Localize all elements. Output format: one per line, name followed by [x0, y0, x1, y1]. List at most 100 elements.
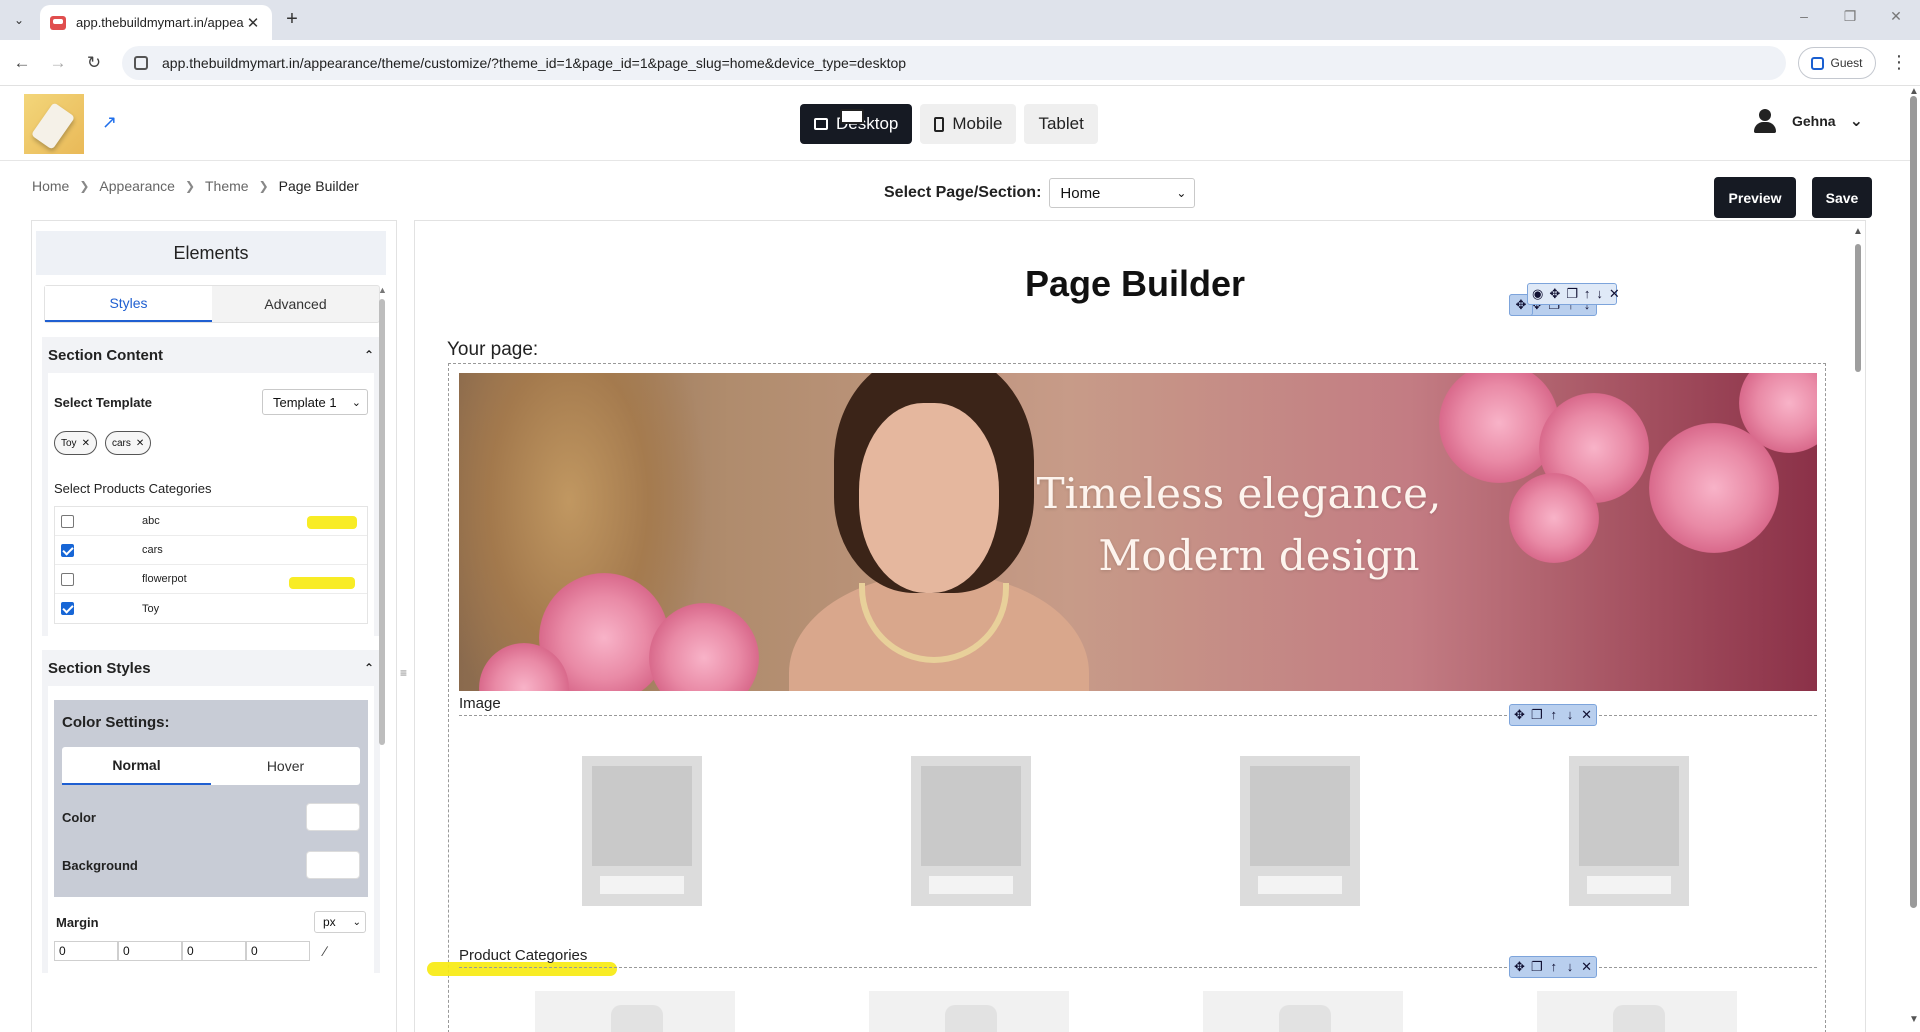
close-icon[interactable]: ✕	[1609, 287, 1620, 300]
category-placeholder[interactable]	[869, 991, 1069, 1032]
product-placeholder[interactable]	[911, 756, 1031, 906]
margin-unit-select[interactable]: px ⌄	[314, 911, 366, 933]
move-icon[interactable]: ✥	[1549, 287, 1560, 300]
tab-styles[interactable]: Styles	[45, 286, 212, 322]
copy-icon[interactable]: ❐	[1566, 287, 1578, 300]
scroll-down-icon[interactable]: ▼	[1909, 1014, 1919, 1025]
category-item[interactable]: abc	[55, 507, 367, 536]
margin-left-input[interactable]: 0	[246, 941, 310, 961]
preview-button[interactable]: Preview	[1714, 177, 1796, 218]
scrollbar-thumb[interactable]	[379, 299, 385, 745]
category-placeholder[interactable]	[535, 991, 735, 1032]
page-select-dropdown[interactable]: Home ⌄	[1049, 178, 1196, 208]
image-placeholder	[592, 766, 692, 866]
chip-remove-icon[interactable]: ✕	[136, 438, 144, 449]
arrow-up-icon[interactable]: ↑	[1584, 287, 1591, 300]
breadcrumb-appearance[interactable]: Appearance	[99, 178, 175, 194]
scrollbar-thumb[interactable]	[1910, 96, 1917, 908]
breadcrumb-home[interactable]: Home	[32, 178, 69, 194]
arrow-up-icon[interactable]: ↑	[1549, 708, 1559, 721]
template-select[interactable]: Template 1 ⌄	[262, 389, 368, 415]
category-checkbox[interactable]	[61, 514, 74, 528]
browser-menu-icon[interactable]: ⋮	[1890, 52, 1908, 73]
reload-icon[interactable]: ↻	[82, 51, 106, 75]
page-scrollbar[interactable]: ▲ ▼	[1906, 86, 1920, 1032]
eye-icon[interactable]: ◉	[1532, 287, 1543, 300]
arrow-up-icon[interactable]: ↑	[1549, 960, 1559, 973]
tab-search-chevron-icon[interactable]: ⌄	[6, 9, 32, 31]
category-checkbox[interactable]	[61, 602, 74, 615]
restore-icon[interactable]: ❐	[1830, 8, 1870, 32]
margin-bottom-input[interactable]: 0	[182, 941, 246, 961]
device-mobile-button[interactable]: Mobile	[920, 104, 1017, 144]
browser-tab-active[interactable]: app.thebuildmymart.in/appeara ✕	[40, 5, 272, 40]
user-name: Gehna	[1792, 113, 1836, 129]
category-checkbox[interactable]	[61, 543, 74, 557]
new-tab-icon[interactable]: +	[280, 8, 304, 32]
move-icon[interactable]: ✥	[1514, 708, 1525, 721]
color-settings-title: Color Settings:	[62, 714, 170, 731]
resize-handle-icon[interactable]: ≡	[400, 666, 407, 680]
section-divider	[459, 715, 1817, 716]
product-placeholder[interactable]	[1569, 756, 1689, 906]
address-bar[interactable]: app.thebuildmymart.in/appearance/theme/c…	[122, 46, 1786, 80]
background-swatch[interactable]	[306, 851, 360, 879]
close-icon[interactable]: ✕	[1581, 960, 1592, 973]
copy-icon[interactable]: ❐	[1531, 708, 1543, 721]
store-logo[interactable]	[24, 94, 84, 154]
tab-advanced[interactable]: Advanced	[212, 286, 379, 322]
margin-top-input[interactable]: 0	[54, 941, 118, 961]
category-item[interactable]: flowerpot	[55, 565, 367, 594]
breadcrumb-theme[interactable]: Theme	[205, 178, 249, 194]
tab-close-icon[interactable]: ✕	[244, 14, 262, 32]
chip-cars: cars ✕	[104, 431, 152, 455]
copy-icon[interactable]: ❐	[1531, 960, 1543, 973]
profile-button[interactable]: Guest	[1798, 47, 1876, 79]
category-item[interactable]: Toy	[55, 594, 367, 623]
close-icon[interactable]: ✕	[1581, 708, 1592, 721]
category-name: cars	[142, 544, 163, 556]
panel-scrollbar[interactable]: ▲	[378, 285, 387, 1032]
scroll-up-icon[interactable]: ▲	[1853, 226, 1863, 237]
hero-line-1: Timeless elegance,	[1036, 469, 1442, 518]
chip-label: cars	[111, 437, 131, 449]
color-swatch[interactable]	[306, 803, 360, 831]
hero-heading: Timeless elegance, Modern design	[959, 463, 1519, 587]
forward-icon[interactable]: →	[46, 51, 70, 75]
section-content-body: Select Template Template 1 ⌄ Toy ✕ cars …	[48, 373, 374, 636]
device-tablet-button[interactable]: Tablet	[840, 104, 1098, 144]
margin-right-input[interactable]: 0	[118, 941, 182, 961]
section-content-header[interactable]: Section Content ⌃	[42, 337, 380, 373]
window-close-icon[interactable]: ✕	[1876, 8, 1916, 32]
move-icon[interactable]: ✥	[1514, 960, 1525, 973]
tab-hover[interactable]: Hover	[211, 747, 360, 785]
back-icon[interactable]: ←	[10, 51, 34, 75]
category-placeholder[interactable]	[1537, 991, 1737, 1032]
arrow-down-icon[interactable]: ↓	[1565, 708, 1575, 721]
category-item[interactable]: cars	[55, 536, 367, 565]
arrow-down-icon[interactable]: ↓	[1565, 960, 1575, 973]
hero-banner-image[interactable]: Timeless elegance, Modern design	[459, 373, 1817, 691]
arrow-down-icon[interactable]: ↓	[1596, 287, 1603, 300]
product-placeholder[interactable]	[1240, 756, 1360, 906]
banner-flower	[1509, 473, 1599, 563]
section-styles-header[interactable]: Section Styles ⌃	[42, 650, 380, 686]
save-button[interactable]: Save	[1812, 177, 1872, 218]
section-toolbar: ✥ ❐ ↑ ↓ ✕	[1509, 704, 1597, 726]
chip-remove-icon[interactable]: ✕	[82, 438, 90, 449]
canvas-scrollbar[interactable]: ▲	[1852, 224, 1864, 1032]
image-placeholder	[1250, 766, 1350, 866]
site-info-icon[interactable]	[134, 56, 148, 70]
minimize-icon[interactable]: –	[1784, 8, 1824, 32]
tab-normal[interactable]: Normal	[62, 747, 211, 785]
external-link-icon[interactable]: ↗	[102, 113, 120, 131]
category-checkbox[interactable]	[61, 572, 74, 586]
product-placeholder[interactable]	[582, 756, 702, 906]
category-placeholder[interactable]	[1203, 991, 1403, 1032]
scroll-up-icon[interactable]: ▲	[378, 285, 387, 295]
select-page-section: Select Page/Section: Home ⌄	[884, 178, 1196, 208]
link-values-icon[interactable]: ∕	[324, 943, 326, 959]
user-menu[interactable]: Gehna ⌄	[1752, 108, 1863, 134]
image-icon	[945, 1005, 997, 1032]
scrollbar-thumb[interactable]	[1855, 244, 1861, 372]
